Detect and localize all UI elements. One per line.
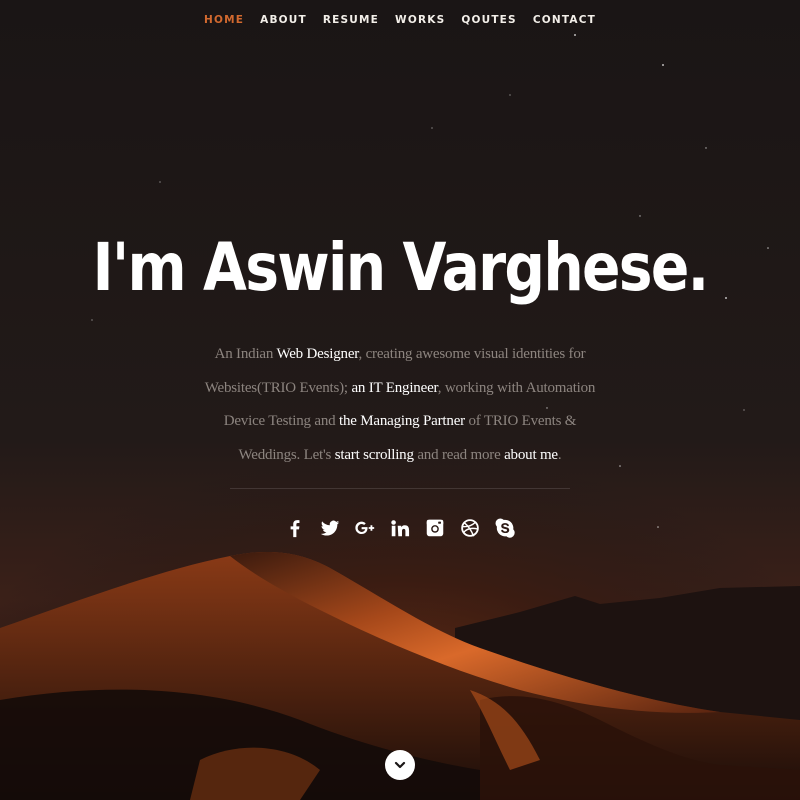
intro-paragraph: An Indian Web Designer, creating awesome… bbox=[200, 338, 600, 472]
social-links bbox=[0, 512, 800, 544]
nav-item-contact[interactable]: CONTACT bbox=[525, 12, 604, 28]
linkedin-icon[interactable] bbox=[388, 512, 413, 544]
intro-highlight-it-engineer: an IT Engineer bbox=[351, 379, 438, 396]
nav-item-about[interactable]: ABOUT bbox=[252, 12, 315, 28]
intro-highlight-web-designer: Web Designer bbox=[276, 346, 359, 362]
skype-icon[interactable] bbox=[493, 512, 518, 544]
twitter-icon[interactable] bbox=[318, 512, 343, 544]
intro-text: and read more bbox=[413, 446, 505, 463]
divider bbox=[230, 488, 570, 489]
nav-item-works[interactable]: WORKS bbox=[387, 12, 453, 28]
about-me-link[interactable]: about me bbox=[504, 447, 558, 463]
intro-highlight-managing-partner: the Managing Partner bbox=[338, 413, 465, 429]
nav-item-resume[interactable]: RESUME bbox=[315, 12, 387, 28]
nav-item-home[interactable]: HOME bbox=[196, 12, 252, 28]
google-plus-icon[interactable] bbox=[353, 512, 378, 544]
intro-text: . bbox=[557, 446, 562, 463]
hero-title: I'm Aswin Varghese. bbox=[92, 229, 709, 306]
nav-item-qoutes[interactable]: QOUTES bbox=[453, 12, 524, 28]
intro-text: An Indian bbox=[214, 346, 277, 362]
dribbble-icon[interactable] bbox=[458, 512, 483, 544]
instagram-icon[interactable] bbox=[423, 512, 448, 544]
scroll-down-button[interactable] bbox=[385, 750, 415, 780]
main-nav: HOME ABOUT RESUME WORKS QOUTES CONTACT bbox=[0, 12, 800, 28]
facebook-icon[interactable] bbox=[283, 512, 308, 544]
chevron-down-icon bbox=[394, 761, 406, 769]
start-scrolling-link[interactable]: start scrolling bbox=[335, 447, 414, 463]
